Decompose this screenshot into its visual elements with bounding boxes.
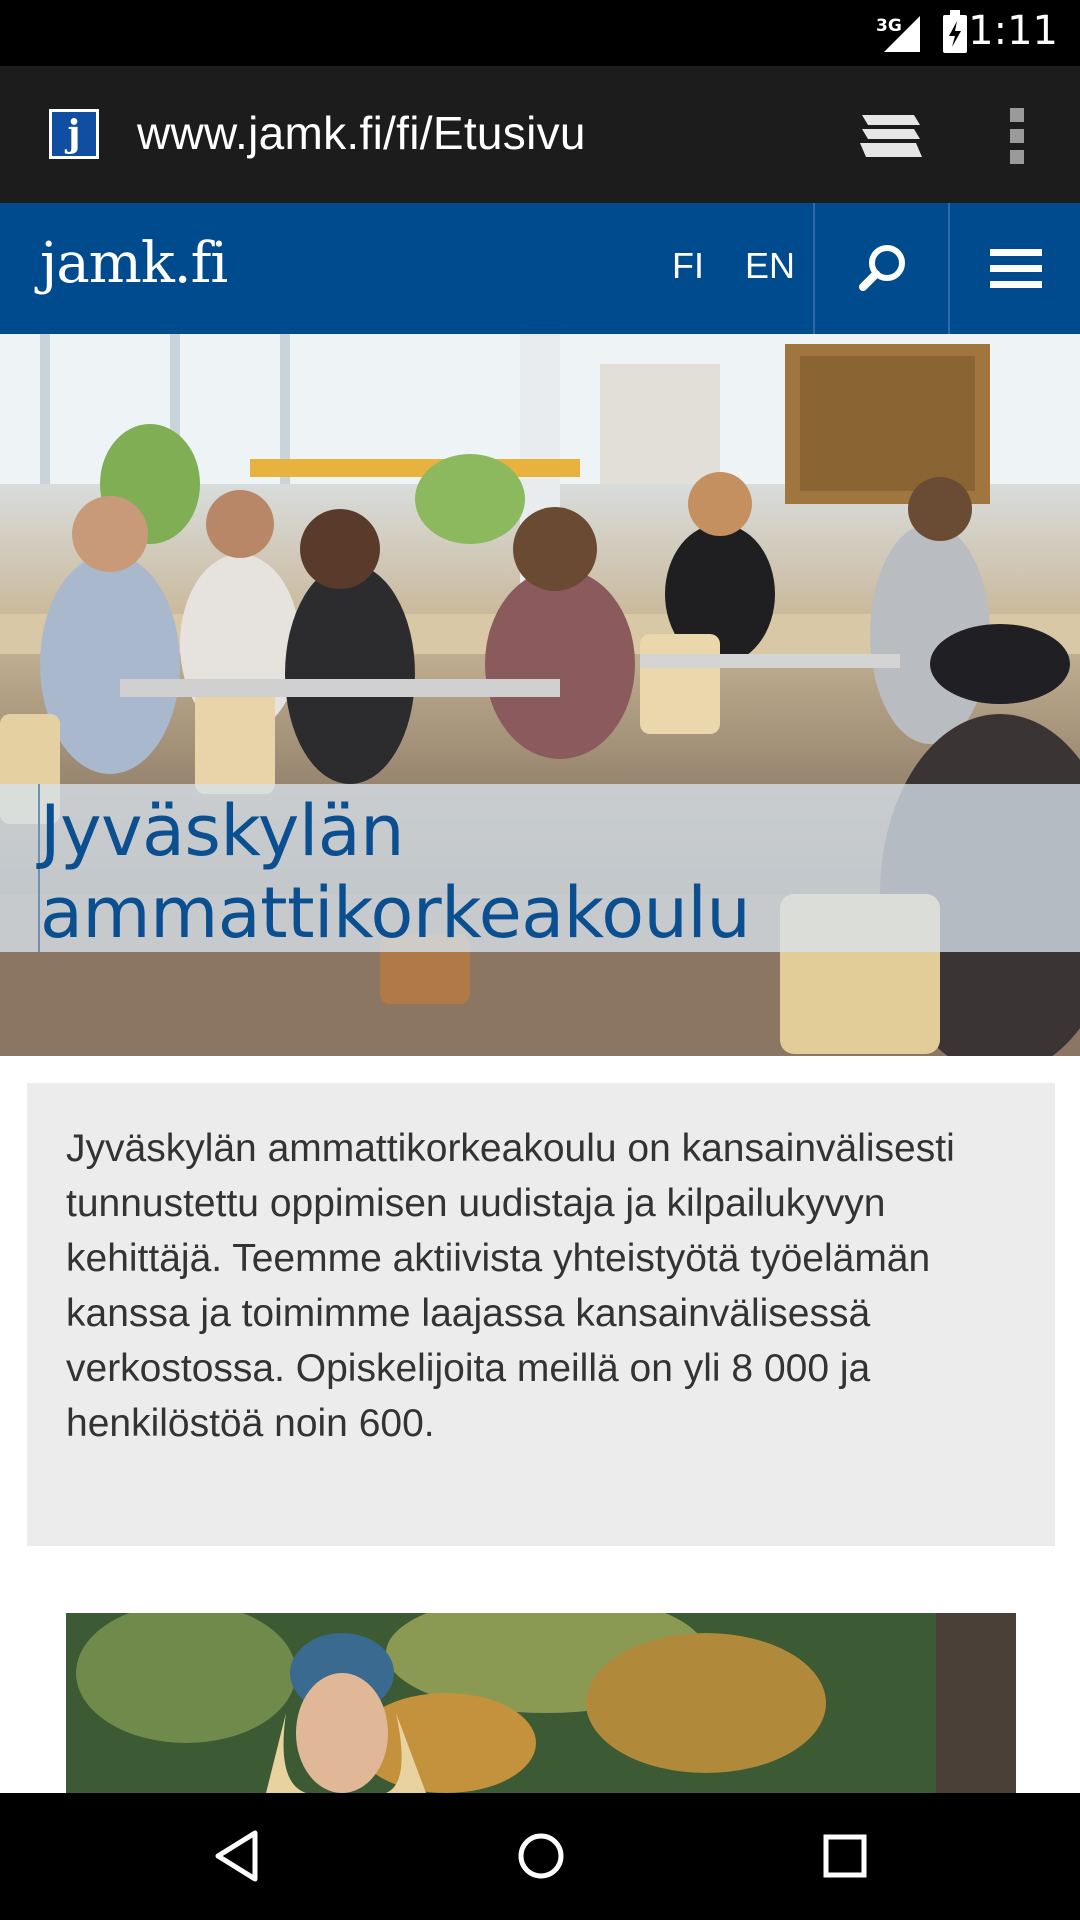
hero-banner: Jyväskylän ammattikorkeakoulu [0,334,1080,1056]
search-button[interactable] [815,203,948,334]
site-logo[interactable]: jamk.fi [40,231,228,296]
favicon-letter: j [52,112,96,156]
url-field[interactable]: www.jamk.fi/fi/Etusivu [137,106,586,160]
site-header: jamk.fi FI EN [0,203,1080,334]
battery-charging-icon [943,10,967,53]
language-fi-link[interactable]: FI [672,245,704,287]
status-bar: 3G 1:11 [0,0,1080,66]
student-photo-image [66,1613,1016,1793]
intro-text: Jyväskylän ammattikorkeakoulu on kansain… [66,1127,955,1445]
search-icon [859,245,905,291]
system-nav-bar [0,1793,1080,1920]
language-en-link[interactable]: EN [745,245,795,287]
student-photo[interactable] [66,1613,1016,1793]
hamburger-menu-icon [990,249,1042,288]
site-favicon-icon: j [49,109,99,159]
overflow-menu-icon[interactable] [1004,106,1030,171]
signal-icon [884,16,920,52]
menu-button[interactable] [950,203,1080,334]
home-icon[interactable] [516,1829,566,1888]
hero-caption: Jyväskylän ammattikorkeakoulu [0,784,1080,954]
hero-title-line2: ammattikorkeakoulu [40,872,751,954]
recents-icon[interactable] [822,1833,868,1884]
intro-box: Jyväskylän ammattikorkeakoulu on kansain… [27,1083,1055,1546]
browser-toolbar: j www.jamk.fi/fi/Etusivu [0,66,1080,203]
hero-title-line1: Jyväskylän [40,790,405,872]
hero-title: Jyväskylän ammattikorkeakoulu [40,790,751,954]
tabs-icon[interactable] [858,111,924,166]
back-icon[interactable] [212,1829,262,1888]
clock: 1:11 [968,8,1058,54]
